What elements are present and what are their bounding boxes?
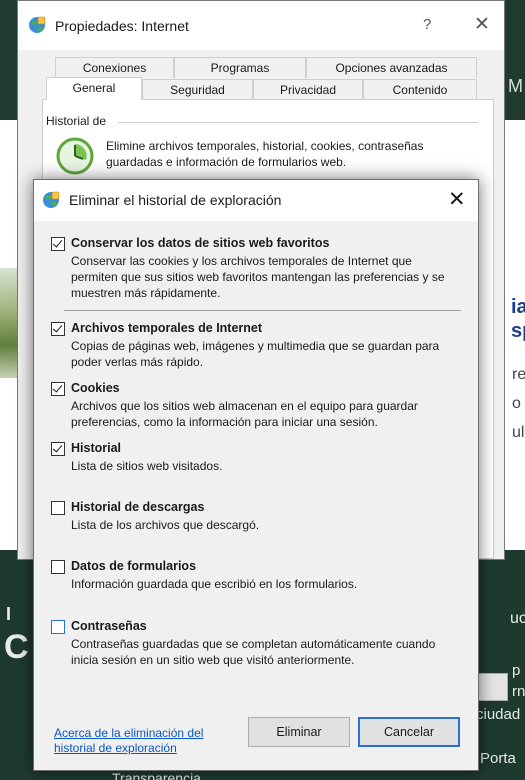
webpage-text: o <box>512 395 521 412</box>
option-title: Cookies <box>71 381 120 395</box>
option-title: Conservar los datos de sitios web favori… <box>71 236 330 250</box>
tab-contenido[interactable]: Contenido <box>363 79 477 100</box>
webpage-footer-text: rn <box>512 683 525 700</box>
about-deleting-history-link[interactable]: Acerca de la eliminación del historial d… <box>54 726 234 756</box>
webpage-text: re <box>512 366 525 383</box>
close-icon[interactable]: ✕ <box>474 13 490 36</box>
webpage-footer-link[interactable]: Porta <box>480 750 516 767</box>
checkbox-cookies[interactable] <box>51 382 65 396</box>
history-section-label: Historial de <box>46 114 107 128</box>
history-clock-icon <box>56 137 94 175</box>
properties-title: Propiedades: Internet <box>55 18 189 34</box>
checkbox-form-data[interactable] <box>51 560 65 574</box>
option-description: Archivos que los sitios web almacenan en… <box>71 399 418 429</box>
tab-seguridad[interactable]: Seguridad <box>142 79 253 100</box>
option-description: Lista de los archivos que descargó. <box>71 518 260 532</box>
help-icon[interactable]: ? <box>423 16 431 33</box>
option-title: Historial <box>71 441 122 455</box>
webpage-footer-text: C <box>4 628 29 666</box>
option-description: Información guardada que escribió en los… <box>71 577 358 591</box>
webpage-footer-input[interactable] <box>478 673 508 701</box>
checkbox-passwords[interactable] <box>51 620 65 634</box>
option-title: Historial de descargas <box>71 500 205 514</box>
option-title: Archivos temporales de Internet <box>71 321 263 335</box>
close-icon[interactable]: ✕ <box>448 187 466 212</box>
webpage-image <box>0 268 18 378</box>
internet-options-icon <box>29 16 46 33</box>
option-description: Conservar las cookies y los archivos tem… <box>71 254 445 300</box>
webpage-footer-text: ciudad <box>476 706 521 723</box>
webpage-footer-text: I <box>6 604 12 624</box>
internet-options-icon <box>43 191 60 208</box>
checkbox-temp-files[interactable] <box>51 322 65 336</box>
checkbox-history[interactable] <box>51 442 65 456</box>
webpage-heading-text[interactable]: sp <box>511 320 525 343</box>
section-divider <box>118 122 478 123</box>
properties-titlebar: Propiedades: Internet ? ✕ <box>18 1 504 50</box>
option-title: Contraseñas <box>71 619 147 633</box>
webpage-footer-text: uc <box>510 610 525 627</box>
tab-opciones-avanzadas[interactable]: Opciones avanzadas <box>306 57 477 78</box>
dialog-title: Eliminar el historial de exploración <box>69 192 282 208</box>
option-description: Copias de páginas web, imágenes y multim… <box>71 339 440 369</box>
tab-general[interactable]: General <box>46 77 142 100</box>
cancel-button[interactable]: Cancelar <box>358 717 460 747</box>
checkbox-download-history[interactable] <box>51 501 65 515</box>
option-description: Lista de sitios web visitados. <box>71 459 223 473</box>
dialog-titlebar: Eliminar el historial de exploración ✕ <box>34 180 478 221</box>
option-title: Datos de formularios <box>71 559 197 573</box>
webpage-heading-text[interactable]: ia <box>511 296 525 319</box>
delete-button[interactable]: Eliminar <box>248 717 350 747</box>
dialog-separator <box>64 310 461 311</box>
webpage-footer-text: p <box>512 662 521 679</box>
webpage-text: M <box>508 76 523 96</box>
webpage-footer-link[interactable]: Transparencia <box>112 770 201 780</box>
delete-history-dialog: Eliminar el historial de exploración ✕ C… <box>33 179 479 771</box>
tab-programas[interactable]: Programas <box>174 57 306 78</box>
option-description: Contraseñas guardadas que se completan a… <box>71 637 436 667</box>
checkbox-keep-favorites[interactable] <box>51 237 65 251</box>
history-description: Elimine archivos temporales, historial, … <box>106 139 424 169</box>
tab-privacidad[interactable]: Privacidad <box>253 79 363 100</box>
webpage-text: ul <box>512 424 525 441</box>
tab-conexiones[interactable]: Conexiones <box>55 57 174 78</box>
